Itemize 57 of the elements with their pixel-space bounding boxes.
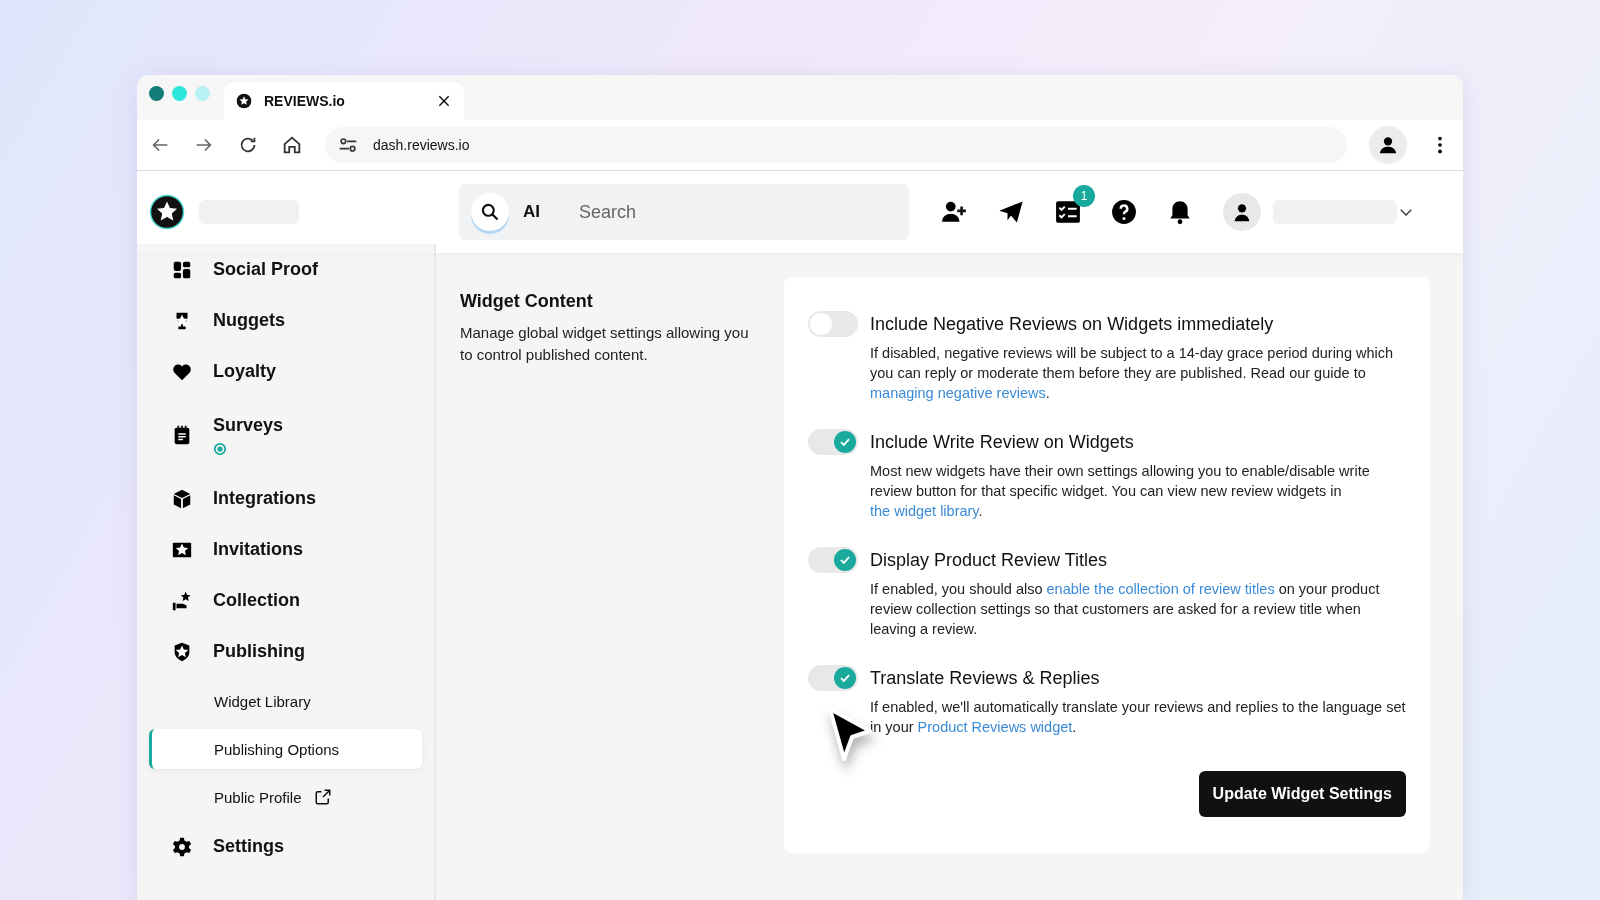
settings-icon[interactable] — [171, 835, 193, 858]
setting-description: If enabled, you should also enable the collection of review titles on your product review collection settings so that customers are asked for a review title when leaving a review. — [870, 580, 1381, 639]
sidebar-item[interactable]: Integrations — [149, 473, 422, 524]
checklist-icon[interactable] — [1055, 199, 1081, 225]
window-close-dot[interactable] — [149, 86, 164, 101]
window-minimize-dot[interactable] — [172, 86, 187, 101]
toggle-switch[interactable] — [808, 547, 858, 573]
section-description: Manage global widget settings allowing you to control published content. — [460, 323, 750, 365]
hand-star-icon[interactable] — [171, 589, 193, 612]
setting-description: If disabled, negative reviews will be subject to a 14-day grace period during which you can reply or moderate them before they are published. Read our guide to managing negative reviews. — [870, 344, 1395, 403]
setting-link[interactable]: the widget library — [870, 503, 979, 519]
update-settings-button[interactable]: Update Widget Settings — [1198, 771, 1406, 817]
address-bar[interactable]: dash.reviews.io — [325, 127, 1347, 163]
search-icon — [480, 202, 500, 222]
home-icon[interactable] — [281, 134, 303, 156]
setting-title: Include Write Review on Widgets — [870, 431, 1135, 454]
toggle-switch[interactable] — [808, 429, 858, 455]
profile-button[interactable] — [1369, 126, 1407, 164]
browser-tab[interactable]: REVIEWS.io — [224, 82, 464, 120]
sidebar-subitem[interactable]: Public Profile — [149, 777, 422, 817]
notification-badge: 1 — [1073, 185, 1095, 207]
bell-icon[interactable] — [1167, 199, 1193, 225]
window-maximize-dot[interactable] — [195, 86, 210, 101]
sidebar-item[interactable]: Nuggets — [149, 295, 422, 346]
ai-label: AI — [523, 202, 541, 222]
close-icon[interactable] — [436, 93, 452, 109]
star-logo-icon — [149, 194, 185, 230]
setting-description: Most new widgets have their own settings allowing you to enable/disable write review button for that specific widget. You can view new review widgets in the widget library. — [870, 462, 1371, 521]
setting-title: Translate Reviews & Replies — [870, 667, 1101, 690]
help-icon[interactable] — [1111, 199, 1137, 225]
setting-link[interactable]: enable the collection of review titles — [1046, 581, 1275, 597]
avatar[interactable] — [1223, 193, 1261, 231]
search-field[interactable]: Search — [577, 200, 897, 224]
sidebar-item[interactable]: Collection — [149, 575, 422, 626]
external-link-icon[interactable] — [313, 788, 332, 806]
sidebar-item[interactable]: Publishing — [149, 626, 422, 677]
search-button[interactable] — [471, 193, 509, 231]
cube-icon[interactable] — [171, 487, 193, 510]
sidebar-item[interactable]: Social Proof — [149, 244, 422, 295]
setting-title: Display Product Review Titles — [870, 549, 1109, 572]
person-icon — [1377, 134, 1399, 156]
sidebar-subitem[interactable]: Widget Library — [149, 681, 422, 721]
add-user-icon[interactable] — [941, 199, 967, 225]
tab-title: REVIEWS.io — [264, 93, 346, 109]
setting-description: If enabled, we'll automatically translate your reviews and replies to the language set in your Product Reviews widget. — [870, 698, 1406, 737]
sidebar-subitem[interactable]: Publishing Options — [149, 729, 422, 769]
sidebar-item[interactable]: Loyalty — [149, 346, 422, 397]
setting-link[interactable]: managing negative reviews — [870, 385, 1046, 401]
sidebar-item[interactable]: Settings — [149, 821, 422, 872]
sidebar-item[interactable]: Surveys — [149, 397, 422, 473]
section-title: Widget Content — [460, 291, 594, 312]
setting-title: Include Negative Reviews on Widgets immediately — [870, 313, 1275, 336]
sidebar-item[interactable]: Invitations — [149, 524, 422, 575]
toggle-switch[interactable] — [808, 665, 858, 691]
star-logo-icon — [236, 93, 252, 109]
search-bar[interactable]: AI Search — [459, 184, 909, 240]
url-text: dash.reviews.io — [373, 137, 470, 153]
